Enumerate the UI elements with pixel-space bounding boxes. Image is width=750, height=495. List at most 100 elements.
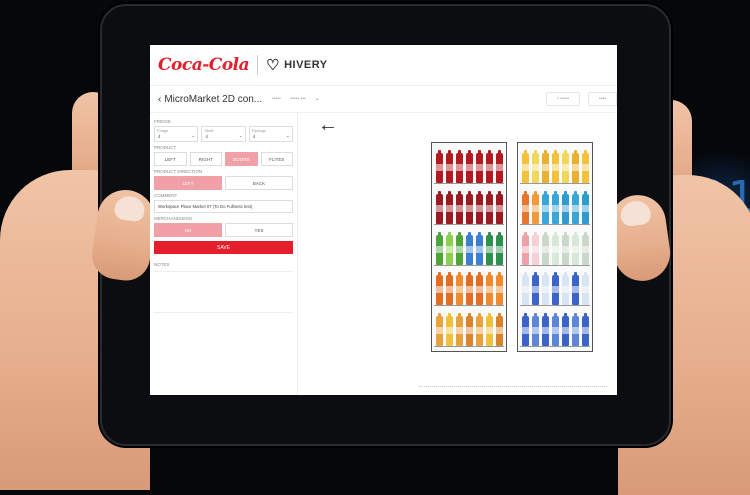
product-bottle[interactable] — [521, 231, 529, 265]
product-bottle[interactable] — [551, 190, 559, 224]
product-bottle[interactable] — [561, 231, 569, 265]
product-bottle[interactable] — [581, 231, 589, 265]
product-bottle[interactable] — [495, 231, 503, 265]
product-bottle[interactable] — [521, 190, 529, 224]
product-bottle[interactable] — [435, 272, 443, 306]
product-bottle[interactable] — [485, 313, 493, 346]
product-bottle[interactable] — [581, 190, 589, 224]
direction-back-button[interactable]: BACK — [225, 176, 293, 190]
product-bottle[interactable] — [581, 313, 589, 346]
product-bottle[interactable] — [465, 190, 473, 224]
product-bottle[interactable] — [561, 272, 569, 306]
product-bottle[interactable] — [485, 190, 493, 224]
product-bottle[interactable] — [495, 313, 503, 346]
product-bottle[interactable] — [455, 231, 463, 265]
product-bottle[interactable] — [495, 272, 503, 306]
product-bottle[interactable] — [445, 190, 453, 224]
product-bottle[interactable] — [455, 190, 463, 224]
product-bottle[interactable] — [571, 231, 579, 265]
arrow-left-icon[interactable]: ← — [318, 114, 338, 137]
product-bottle[interactable] — [455, 313, 463, 346]
product-bottle[interactable] — [475, 231, 483, 265]
product-bottle[interactable] — [541, 231, 549, 265]
product-bottle[interactable] — [465, 231, 473, 265]
product-bottle[interactable] — [541, 190, 549, 224]
section-label: NOTES — [154, 262, 170, 267]
tab-right[interactable]: RIGHT — [189, 152, 222, 166]
product-bottle[interactable] — [455, 150, 463, 183]
fridge-left[interactable] — [431, 142, 507, 352]
product-bottle[interactable] — [475, 272, 483, 306]
product-bottle[interactable] — [521, 313, 529, 346]
product-bottle[interactable] — [475, 190, 483, 224]
product-bottle[interactable] — [455, 272, 463, 306]
fridge-right[interactable] — [517, 142, 593, 352]
product-bottle[interactable] — [551, 313, 559, 346]
product-bottle[interactable] — [561, 150, 569, 183]
product-bottle[interactable] — [435, 190, 443, 224]
product-bottle[interactable] — [445, 313, 453, 346]
product-bottle[interactable] — [531, 272, 539, 306]
facings-select[interactable]: Facings 4 ⌄ — [248, 126, 293, 142]
header-action-button[interactable]: • ••••• — [546, 92, 580, 106]
back-link[interactable]: ‹ MicroMarket 2D con... — [158, 94, 262, 105]
fridge-select[interactable]: Fridge 4 ⌄ — [154, 126, 199, 142]
product-bottle[interactable] — [551, 231, 559, 265]
product-bottle[interactable] — [485, 231, 493, 265]
product-bottle[interactable] — [445, 231, 453, 265]
product-bottle[interactable] — [541, 313, 549, 346]
fridge-shelf — [434, 229, 504, 266]
chevron-down-icon[interactable]: ⌄ — [315, 96, 319, 102]
tab-left[interactable]: LEFT — [154, 152, 187, 166]
comment-input[interactable]: Workspace Place Market 07 (To Do Fullnes… — [154, 200, 293, 213]
section-label: MERCHANDISING — [154, 216, 193, 221]
planogram-canvas: ← — [299, 112, 617, 395]
product-bottle[interactable] — [485, 150, 493, 183]
select-value: 4 — [252, 134, 256, 139]
save-button[interactable]: SAVE — [154, 241, 293, 254]
product-bottle[interactable] — [435, 313, 443, 346]
product-bottle[interactable] — [531, 150, 539, 183]
product-bottle[interactable] — [551, 272, 559, 306]
product-bottle[interactable] — [465, 272, 473, 306]
merch-yes-button[interactable]: YES — [225, 223, 293, 237]
product-bottle[interactable] — [435, 231, 443, 265]
product-bottle[interactable] — [571, 313, 579, 346]
product-bottle[interactable] — [581, 272, 589, 306]
product-bottle[interactable] — [495, 150, 503, 183]
tab-flites[interactable]: FLITES — [260, 152, 293, 166]
product-bottle[interactable] — [475, 313, 483, 346]
product-bottle[interactable] — [561, 313, 569, 346]
header-action-button[interactable]: •••• — [587, 92, 617, 106]
product-bottle[interactable] — [581, 150, 589, 183]
coca-cola-logo: Coca-Cola — [158, 55, 250, 75]
page-subheader: ‹ MicroMarket 2D con... ••••• ••••• ••• … — [150, 86, 617, 113]
chevron-down-icon: ⌄ — [191, 133, 196, 139]
product-bottle[interactable] — [571, 150, 579, 183]
product-bottle[interactable] — [465, 313, 473, 346]
product-bottle[interactable] — [541, 272, 549, 306]
product-bottle[interactable] — [531, 190, 539, 224]
product-bottle[interactable] — [485, 272, 493, 306]
chevron-down-icon: ⌄ — [285, 133, 290, 139]
product-bottle[interactable] — [551, 150, 559, 183]
tab-doors[interactable]: DOORS — [225, 152, 258, 166]
product-bottle[interactable] — [531, 313, 539, 346]
product-bottle[interactable] — [531, 231, 539, 265]
product-bottle[interactable] — [475, 150, 483, 183]
product-bottle[interactable] — [521, 150, 529, 183]
product-bottle[interactable] — [521, 272, 529, 306]
shelf-select[interactable]: Shelf 4 ⌄ — [201, 126, 246, 142]
product-bottle[interactable] — [541, 150, 549, 183]
direction-left-button[interactable]: LEFT — [154, 176, 222, 190]
product-bottle[interactable] — [465, 150, 473, 183]
merch-no-button[interactable]: NO — [154, 223, 222, 237]
product-bottle[interactable] — [571, 190, 579, 224]
product-bottle[interactable] — [445, 272, 453, 306]
product-bottle[interactable] — [561, 190, 569, 224]
product-bottle[interactable] — [435, 150, 443, 183]
notes-area[interactable] — [154, 271, 293, 313]
product-bottle[interactable] — [495, 190, 503, 224]
product-bottle[interactable] — [445, 150, 453, 183]
product-bottle[interactable] — [571, 272, 579, 306]
